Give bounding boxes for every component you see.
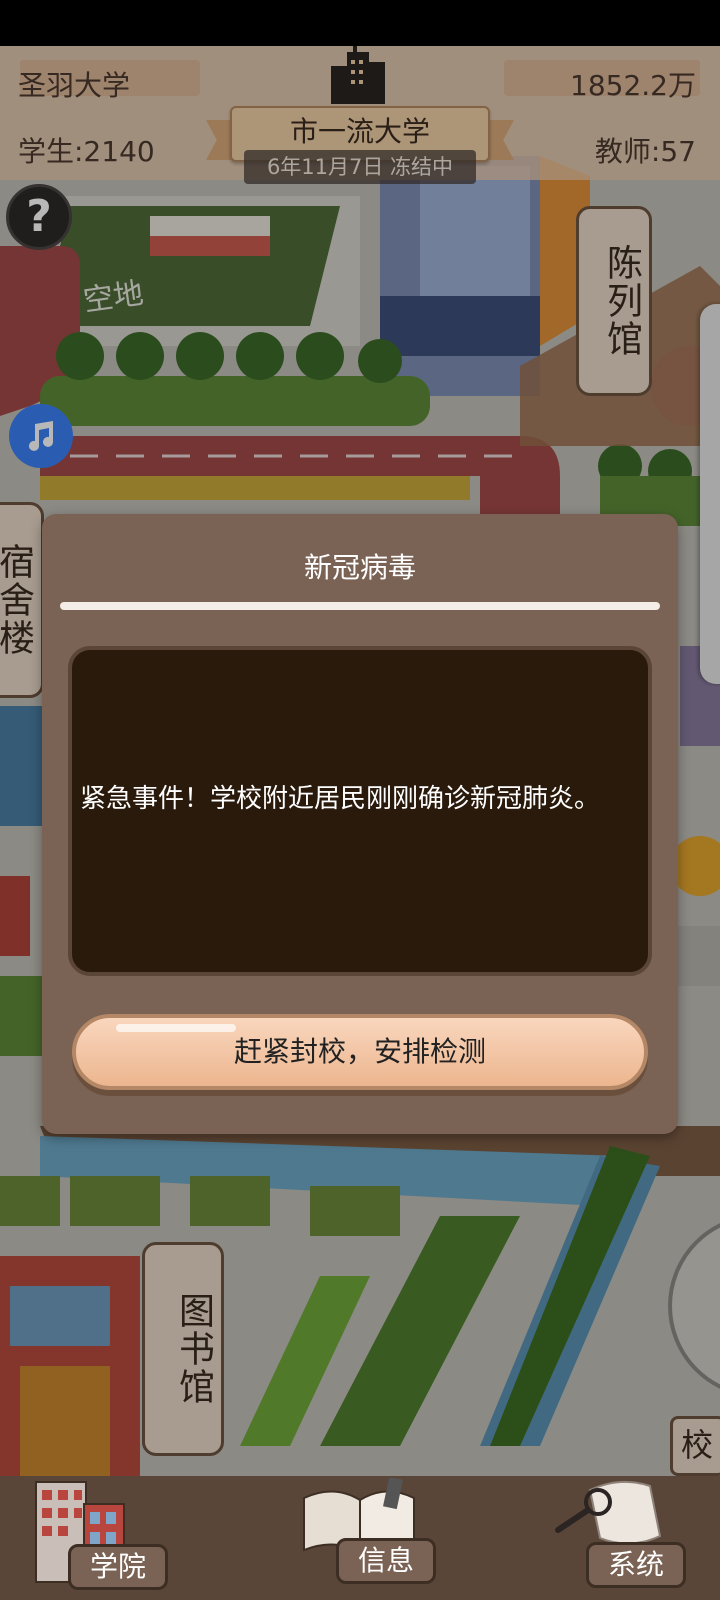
nav-college-label: 学院 xyxy=(68,1544,168,1590)
game-date-status: 6年11月7日 冻结中 xyxy=(244,150,476,184)
side-drawer-handle[interactable] xyxy=(700,304,720,684)
dialog-message: 紧急事件！学校附近居民刚刚确诊新冠肺炎。 xyxy=(80,784,601,814)
music-note-icon xyxy=(29,421,53,451)
dialog-action-label: 赶紧封校，安排检测 xyxy=(233,1035,486,1068)
rank-title: 市一流大学 xyxy=(289,115,430,148)
library-label[interactable]: 图书馆 xyxy=(142,1242,224,1456)
close-school-and-test-button[interactable]: 赶紧封校，安排检测 xyxy=(72,1014,648,1090)
dialog-divider xyxy=(60,602,660,610)
nav-info[interactable]: 信息 xyxy=(290,1476,440,1600)
university-name: 圣羽大学 xyxy=(18,69,131,102)
nav-system-label: 系统 xyxy=(586,1542,686,1588)
button-shine xyxy=(116,1024,236,1032)
help-icon: ? xyxy=(26,191,52,242)
nav-info-label: 信息 xyxy=(336,1538,436,1584)
dialog-title: 新冠病毒 xyxy=(303,551,416,584)
student-count: 学生:2140 xyxy=(18,135,155,168)
teacher-count: 教师:57 xyxy=(594,135,696,168)
exhibition-hall-label[interactable]: 陈列馆 xyxy=(576,206,652,396)
school-label[interactable]: 校 xyxy=(670,1416,720,1476)
dialog-message-box: 紧急事件！学校附近居民刚刚确诊新冠肺炎。 xyxy=(68,646,652,976)
nav-college[interactable]: 学院 xyxy=(30,1476,180,1600)
status-bar xyxy=(0,0,720,46)
city-skyline-icon xyxy=(331,46,385,104)
nav-system[interactable]: 系统 xyxy=(550,1476,700,1600)
event-dialog: 新冠病毒 紧急事件！学校附近居民刚刚确诊新冠肺炎。 赶紧封校，安排检测 xyxy=(42,514,678,1134)
dormitory-label[interactable]: 宿舍楼 xyxy=(0,502,44,698)
money-amount: 1852.2万 xyxy=(570,69,696,102)
help-button[interactable]: ? xyxy=(6,184,72,250)
bottom-nav: 学院 信息 系统 xyxy=(0,1476,720,1600)
music-button[interactable] xyxy=(9,404,73,468)
top-hud: 圣羽大学 1852.2万 学生:2140 教师:57 市一流大学 6年11月7日… xyxy=(0,46,720,184)
